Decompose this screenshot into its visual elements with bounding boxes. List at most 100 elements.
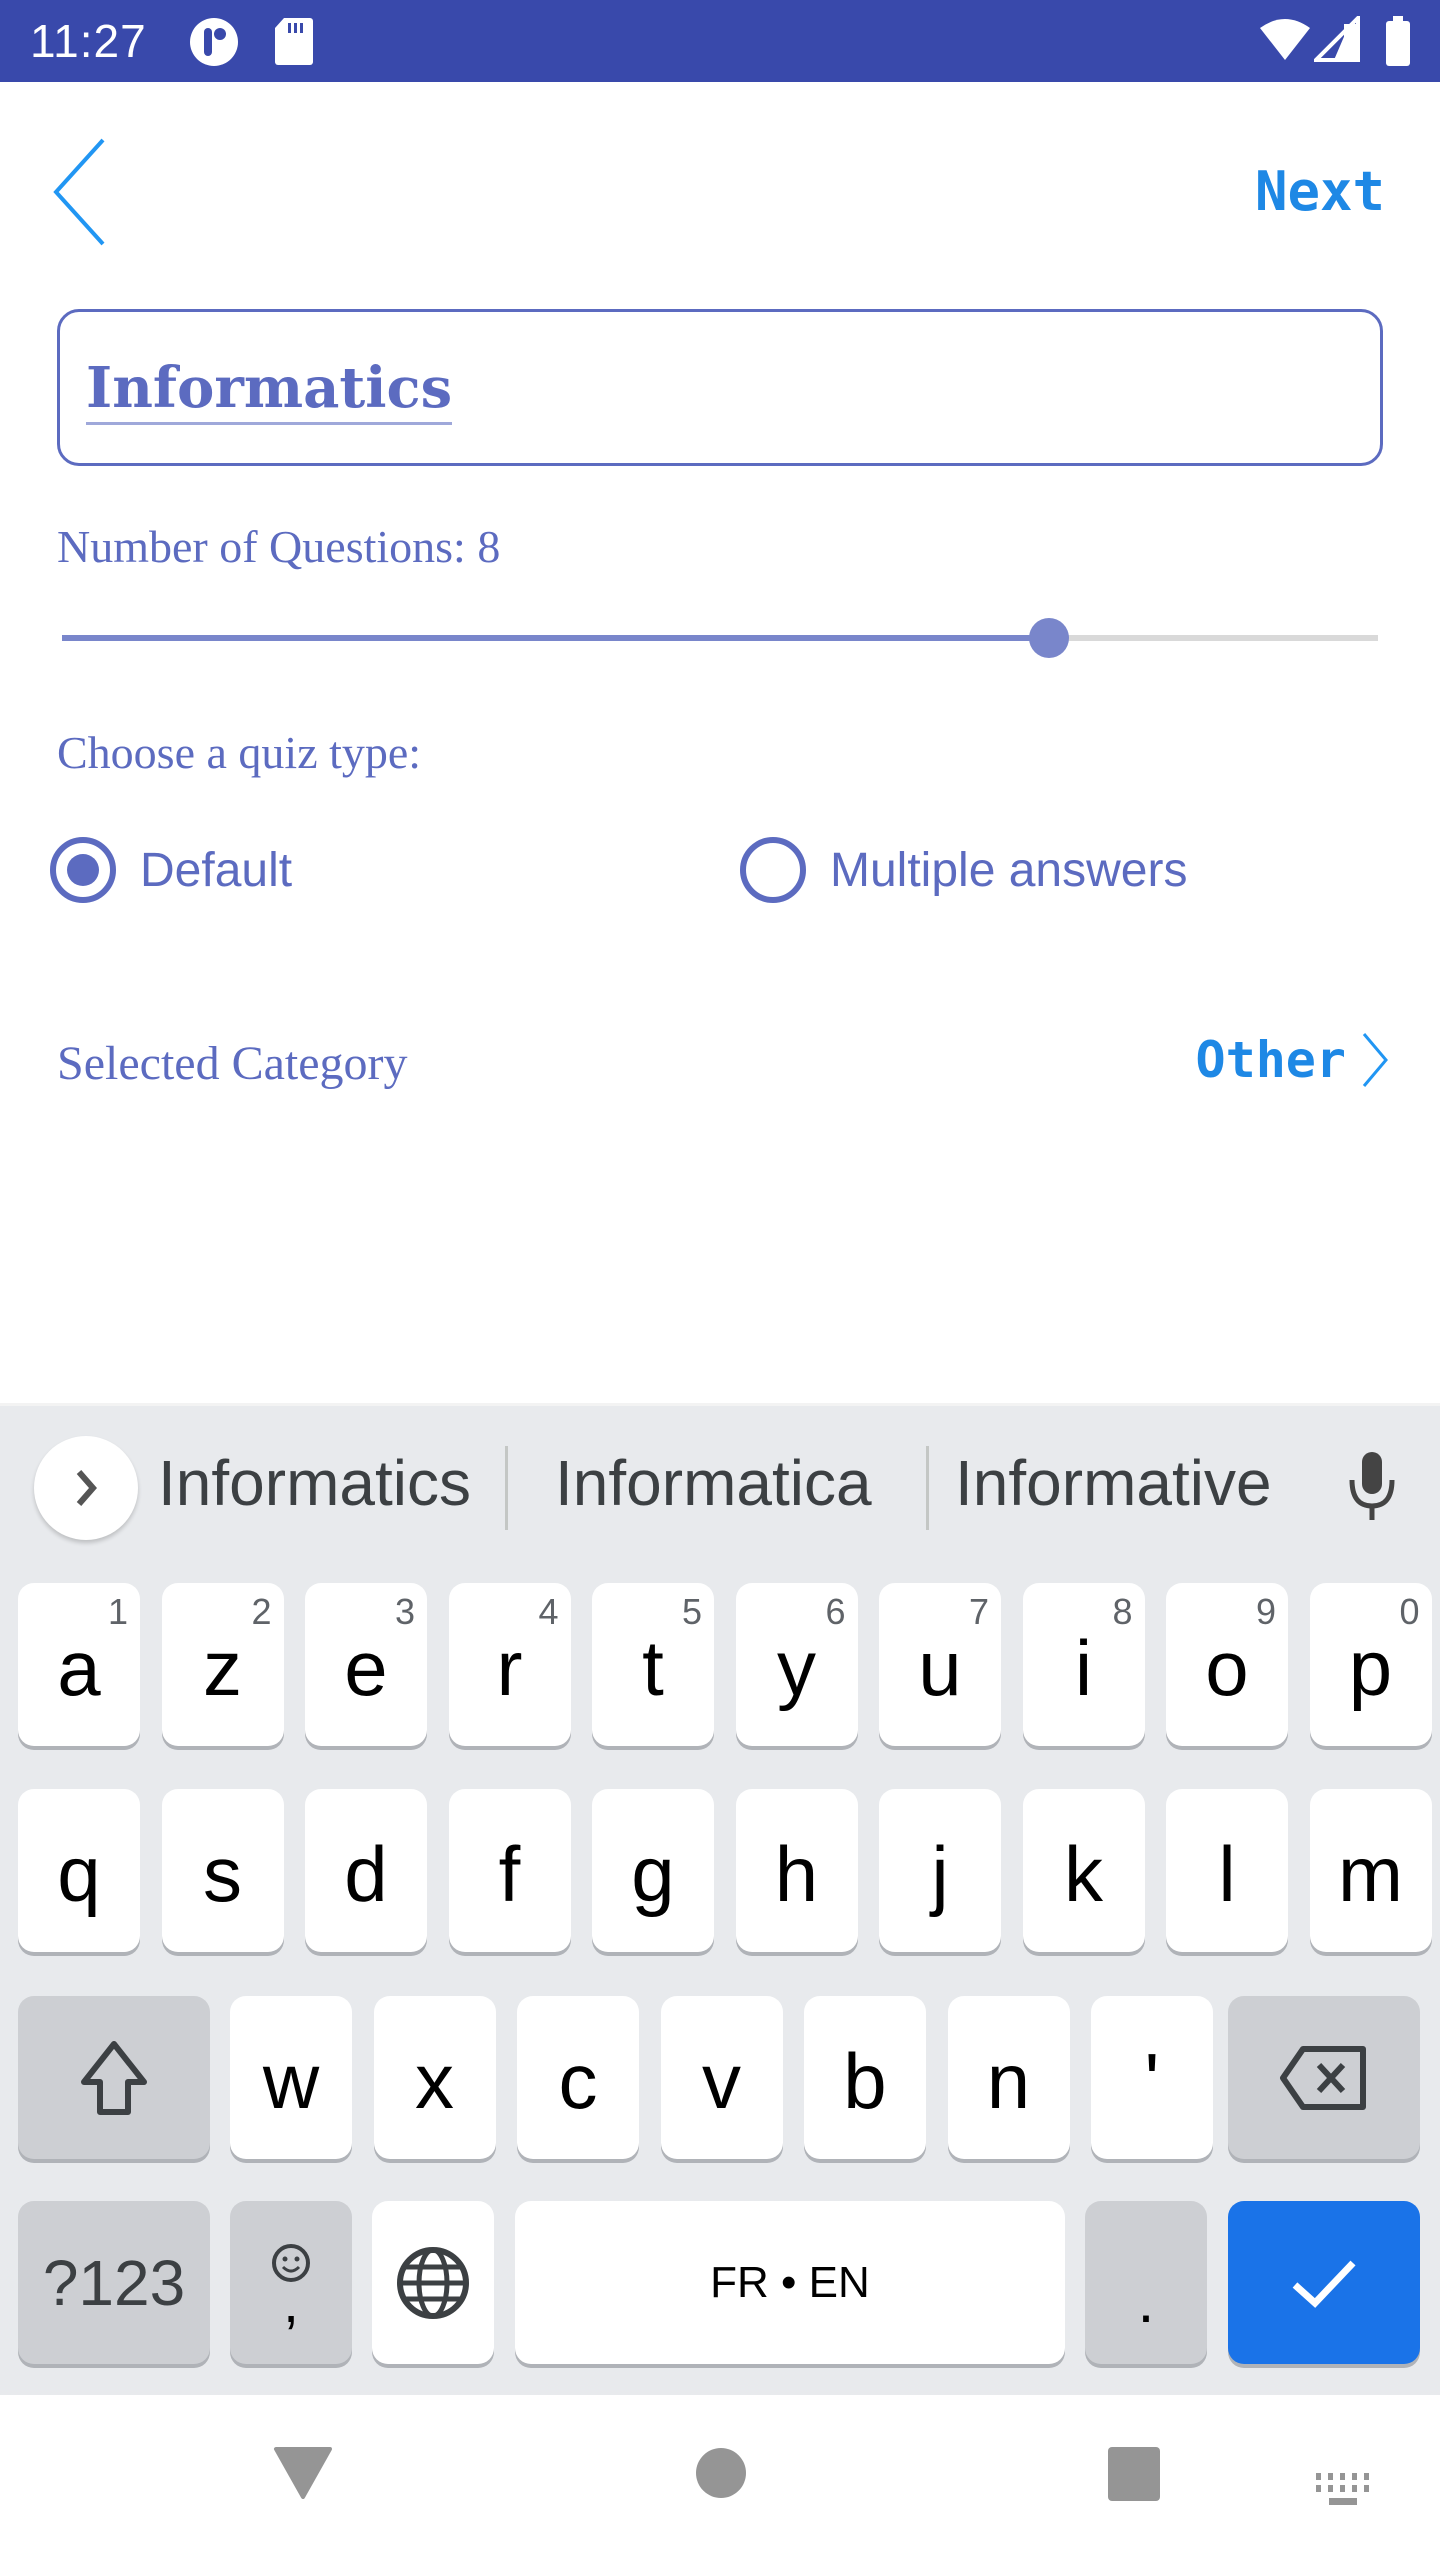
key-label: p: [1348, 1624, 1393, 1712]
suggestion-item[interactable]: Informatica: [555, 1446, 872, 1520]
radio-multiple-label: Multiple answers: [830, 843, 1188, 897]
key-w[interactable]: w: [230, 1996, 352, 2159]
key-l[interactable]: l: [1166, 1789, 1288, 1952]
done-key[interactable]: [1228, 2201, 1420, 2364]
key-label: u: [918, 1624, 962, 1712]
category-selector[interactable]: Other: [1195, 1030, 1390, 1090]
key-apostrophe[interactable]: ': [1091, 1996, 1213, 2159]
suggestion-item[interactable]: Informative: [955, 1446, 1272, 1520]
suggestion-item[interactable]: Informatics: [158, 1446, 471, 1520]
key-hint: 8: [1112, 1591, 1133, 1632]
slider-thumb[interactable]: [1029, 618, 1069, 658]
key-label: y: [777, 1624, 816, 1712]
chevron-left-icon: [53, 138, 105, 246]
home-circle-icon[interactable]: [695, 2447, 747, 2504]
questions-count-label: Number of Questions: 8: [57, 521, 501, 572]
key-label: a: [57, 1624, 101, 1712]
selected-category-label: Selected Category: [57, 1037, 408, 1090]
key-p[interactable]: 0p: [1309, 1583, 1432, 1746]
battery-icon: [1384, 16, 1412, 73]
notification-app-icon: [188, 16, 240, 73]
quiz-name-input[interactable]: Informatics: [57, 309, 1383, 466]
key-hint: 1: [107, 1591, 128, 1632]
questions-slider[interactable]: [62, 618, 1378, 658]
key-hint: 0: [1399, 1591, 1420, 1632]
key-t[interactable]: 5t: [592, 1583, 714, 1746]
key-s[interactable]: s: [161, 1789, 284, 1952]
key-label: x: [415, 2037, 454, 2125]
key-x[interactable]: x: [373, 1996, 496, 2159]
recents-square-icon[interactable]: [1108, 2447, 1160, 2506]
globe-icon: [397, 2246, 469, 2319]
next-button[interactable]: Next: [1255, 160, 1385, 223]
key-r[interactable]: 4r: [448, 1583, 571, 1746]
key-j[interactable]: j: [879, 1789, 1001, 1952]
key-a[interactable]: 1a: [18, 1583, 140, 1746]
key-hint: 3: [394, 1591, 415, 1632]
key-hint: 9: [1255, 1591, 1276, 1632]
key-b[interactable]: b: [804, 1996, 926, 2159]
keyboard-switch-icon[interactable]: [1316, 2473, 1372, 2512]
space-key-label: FR • EN: [710, 2257, 870, 2307]
period-key[interactable]: .: [1085, 2201, 1207, 2364]
microphone-icon[interactable]: [1344, 1450, 1400, 1527]
expand-suggestions-button[interactable]: [34, 1436, 138, 1540]
key-hint: 7: [968, 1591, 989, 1632]
key-o[interactable]: 9o: [1166, 1583, 1288, 1746]
key-label: v: [702, 2037, 741, 2125]
key-m[interactable]: m: [1309, 1789, 1432, 1952]
symbols-key[interactable]: ?123: [18, 2201, 210, 2364]
key-k[interactable]: k: [1022, 1789, 1145, 1952]
key-v[interactable]: v: [660, 1996, 783, 2159]
key-label: d: [344, 1830, 388, 1918]
key-h[interactable]: h: [735, 1789, 858, 1952]
radio-multiple-answers[interactable]: Multiple answers: [740, 835, 1187, 905]
space-key[interactable]: FR • EN: [515, 2201, 1065, 2364]
emoji-comma-key[interactable]: ,: [230, 2201, 352, 2364]
comma-label: ,: [283, 2270, 299, 2334]
chevron-right-icon: [76, 1470, 97, 1506]
key-label: c: [558, 2037, 598, 2125]
back-button[interactable]: [48, 136, 118, 248]
key-label: z: [203, 1624, 242, 1712]
quiz-name-value[interactable]: Informatics: [86, 354, 453, 425]
language-key[interactable]: [372, 2201, 494, 2364]
radio-checked-icon: [50, 837, 116, 903]
key-g[interactable]: g: [592, 1789, 714, 1952]
key-i[interactable]: 8i: [1022, 1583, 1145, 1746]
key-label: s: [203, 1830, 242, 1918]
key-label: b: [843, 2037, 887, 2125]
radio-unchecked-icon: [740, 837, 806, 903]
key-label: m: [1338, 1830, 1403, 1918]
backspace-key[interactable]: [1228, 1996, 1420, 2159]
signal-icon: [1311, 13, 1360, 67]
back-triangle-icon[interactable]: [272, 2445, 334, 2504]
system-nav-bar: [0, 2395, 1440, 2560]
key-c[interactable]: c: [517, 1996, 639, 2159]
key-label: l: [1218, 1830, 1236, 1918]
slider-fill: [62, 635, 1049, 641]
key-q[interactable]: q: [18, 1789, 140, 1952]
radio-default[interactable]: Default: [50, 835, 292, 905]
key-y[interactable]: 6y: [735, 1583, 858, 1746]
sd-card-icon: [274, 16, 314, 71]
key-label: e: [344, 1624, 388, 1712]
suggestion-strip: Informatics Informatica Informative: [0, 1406, 1440, 1566]
key-e[interactable]: 3e: [305, 1583, 427, 1746]
chevron-right-icon: [1362, 1033, 1388, 1087]
suggestion-divider: [505, 1446, 508, 1530]
radio-default-label: Default: [140, 843, 293, 897]
key-d[interactable]: d: [305, 1789, 427, 1952]
key-label: n: [986, 2037, 1031, 2125]
key-label: o: [1205, 1624, 1249, 1712]
shift-key[interactable]: [18, 1996, 210, 2159]
key-label: q: [57, 1830, 101, 1918]
wifi-icon: [1258, 16, 1312, 67]
key-label: i: [1074, 1624, 1093, 1712]
key-u[interactable]: 7u: [879, 1583, 1001, 1746]
key-n[interactable]: n: [947, 1996, 1070, 2159]
period-label: .: [1137, 2268, 1155, 2335]
backspace-icon: [1280, 2045, 1366, 2110]
key-z[interactable]: 2z: [161, 1583, 284, 1746]
key-f[interactable]: f: [448, 1789, 571, 1952]
